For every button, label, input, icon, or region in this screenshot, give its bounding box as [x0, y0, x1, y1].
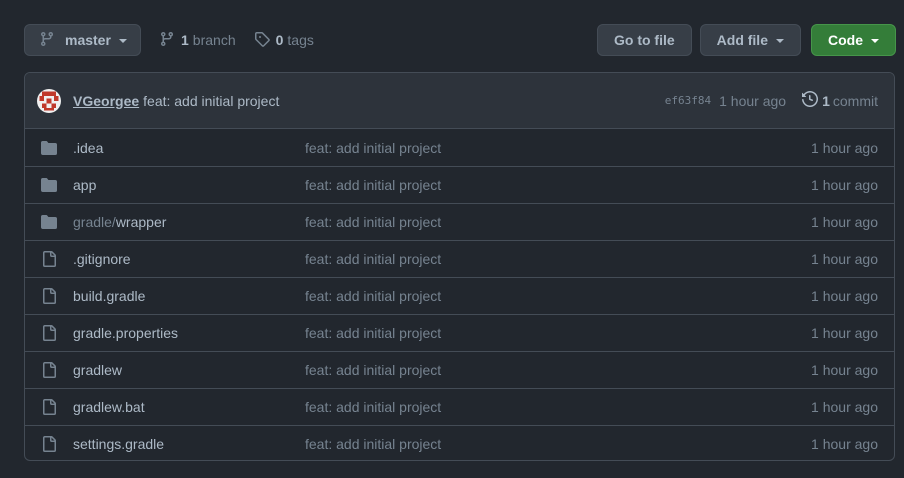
file-commit-message-link[interactable]: feat: add initial project — [305, 140, 811, 156]
repo-toolbar: master 1 branch 0 tags Go to file Add fi… — [24, 24, 896, 56]
tag-label: tags — [287, 32, 314, 48]
code-label: Code — [828, 32, 863, 48]
file-name-link[interactable]: gradlew.bat — [73, 399, 305, 415]
file-row[interactable]: app feat: add initial project 1 hour ago — [25, 166, 894, 203]
file-row[interactable]: build.gradle feat: add initial project 1 h… — [25, 277, 894, 314]
tag-count: 0 — [275, 32, 284, 48]
file-name-link[interactable]: gradle/wrapper — [73, 214, 305, 230]
branches-link[interactable]: 1 branch — [159, 31, 236, 50]
file-row[interactable]: .idea feat: add initial project 1 hour ago — [25, 129, 894, 166]
branch-label: branch — [192, 32, 236, 48]
git-branch-icon — [159, 31, 175, 50]
file-commit-message-link[interactable]: feat: add initial project — [305, 436, 811, 452]
file-icon — [41, 399, 57, 415]
file-row[interactable]: .gitignore feat: add initial project 1 hou… — [25, 240, 894, 277]
file-age: 1 hour ago — [811, 362, 878, 378]
folder-icon — [41, 140, 57, 156]
commit-message-link[interactable]: feat: add initial project — [143, 93, 279, 109]
avatar[interactable] — [37, 88, 61, 113]
file-icon — [41, 288, 57, 304]
file-name-link[interactable]: gradlew — [73, 362, 305, 378]
commit-sha-link[interactable]: ef63f84 — [665, 94, 711, 107]
file-commit-message-link[interactable]: feat: add initial project — [305, 177, 811, 193]
chevron-down-icon — [776, 39, 784, 43]
file-icon — [41, 362, 57, 378]
file-name: wrapper — [115, 214, 167, 230]
branch-name: master — [65, 32, 111, 48]
file-name-link[interactable]: settings.gradle — [73, 436, 305, 452]
file-name: gradlew — [73, 362, 123, 378]
git-branch-icon — [39, 31, 55, 50]
file-icon — [41, 251, 57, 267]
file-name-link[interactable]: .idea — [73, 140, 305, 156]
branch-select-button[interactable]: master — [24, 24, 141, 56]
commit-count: 1 — [822, 92, 830, 109]
chevron-down-icon — [118, 39, 127, 43]
file-name: settings.gradle — [73, 436, 165, 452]
file-row[interactable]: gradlew.bat feat: add initial project 1 ho… — [25, 388, 894, 425]
file-commit-message-link[interactable]: feat: add initial project — [305, 288, 811, 304]
add-file-button[interactable]: Add file — [699, 24, 801, 56]
file-age: 1 hour ago — [811, 399, 878, 415]
branch-count: 1 — [181, 32, 189, 48]
code-button[interactable]: Code — [811, 24, 896, 56]
file-age: 1 hour ago — [811, 325, 878, 341]
file-age: 1 hour ago — [811, 288, 878, 304]
file-age: 1 hour ago — [811, 436, 878, 452]
file-list: .idea feat: add initial project 1 hour ago… — [25, 129, 894, 460]
file-name-link[interactable]: gradle.properties — [73, 325, 305, 341]
file-name: build.gradle — [73, 288, 146, 304]
add-file-label: Add file — [716, 32, 768, 48]
file-name: gradlew.bat — [73, 399, 145, 415]
file-age: 1 hour ago — [811, 139, 878, 156]
file-commit-message-link[interactable]: feat: add initial project — [305, 325, 811, 341]
file-row[interactable]: gradlew feat: add initial project 1 hour a… — [25, 351, 894, 388]
commit-history-link[interactable]: 1 commit — [802, 90, 878, 110]
file-row[interactable]: gradle/wrapper feat: add initial project 1… — [25, 203, 894, 240]
file-row[interactable]: gradle.properties feat: add initial proje… — [25, 314, 894, 351]
file-icon — [41, 436, 57, 452]
file-name: app — [73, 177, 97, 193]
file-name-link[interactable]: build.gradle — [73, 288, 305, 304]
tags-link[interactable]: 0 tags — [254, 31, 314, 50]
file-name: .gitignore — [73, 251, 131, 267]
file-commit-message-link[interactable]: feat: add initial project — [305, 251, 811, 267]
latest-commit-bar: VGeorgee feat: add initial project ef63f… — [25, 73, 894, 129]
file-name: .idea — [73, 139, 104, 156]
commit-count-label: commit — [832, 92, 878, 109]
go-to-file-button[interactable]: Go to file — [596, 24, 692, 56]
folder-icon — [41, 214, 57, 230]
tag-icon — [254, 31, 270, 50]
file-age: 1 hour ago — [811, 251, 878, 267]
commit-author-link[interactable]: VGeorgee — [73, 93, 139, 109]
commit-time: 1 hour ago — [719, 92, 787, 109]
file-browser: VGeorgee feat: add initial project ef63f… — [24, 72, 895, 461]
file-path-prefix: gradle/ — [73, 214, 116, 230]
file-row[interactable]: settings.gradle feat: add initial project… — [25, 425, 894, 460]
file-icon — [41, 325, 57, 341]
file-name: gradle.properties — [73, 325, 179, 341]
file-commit-message-link[interactable]: feat: add initial project — [305, 362, 811, 378]
chevron-down-icon — [871, 39, 879, 43]
file-age: 1 hour ago — [811, 177, 878, 193]
file-age: 1 hour ago — [811, 214, 878, 230]
file-name-link[interactable]: .gitignore — [73, 251, 305, 267]
file-commit-message-link[interactable]: feat: add initial project — [305, 399, 811, 415]
file-name-link[interactable]: app — [73, 177, 305, 193]
folder-icon — [41, 177, 57, 193]
history-icon — [802, 90, 819, 110]
file-commit-message-link[interactable]: feat: add initial project — [305, 214, 811, 230]
